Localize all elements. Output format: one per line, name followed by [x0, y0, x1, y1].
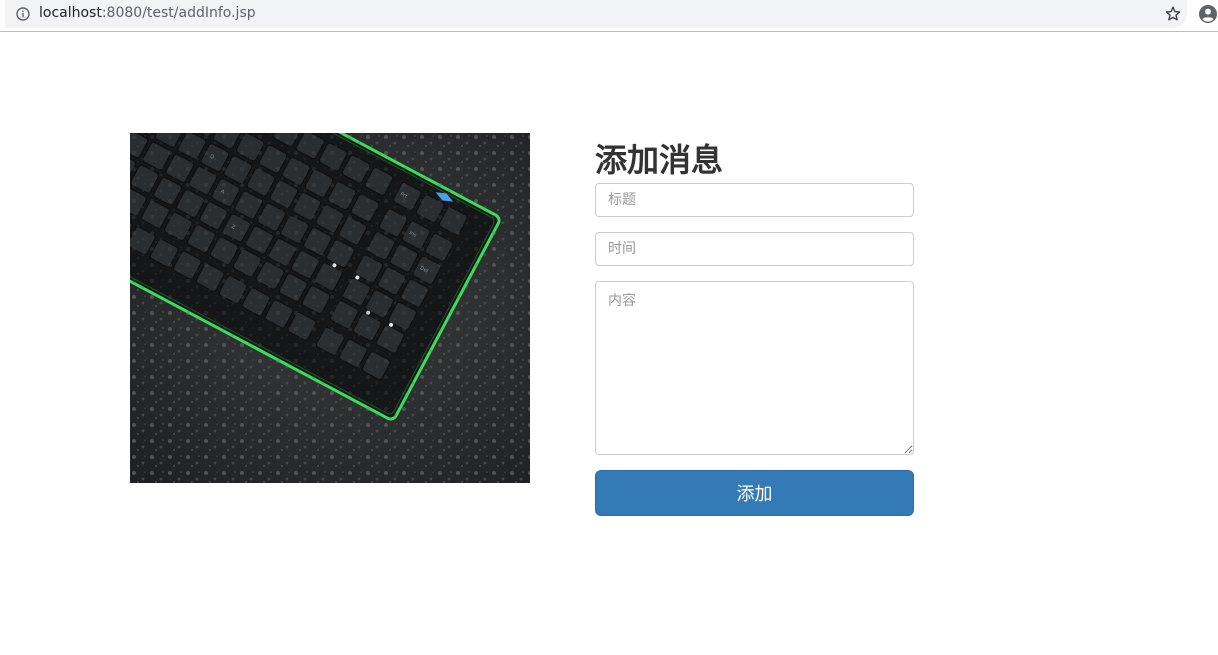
url-path: :8080/test/addInfo.jsp	[101, 5, 256, 21]
url-text[interactable]: localhost:8080/test/addInfo.jsp	[39, 5, 256, 21]
page-title: 添加消息	[595, 141, 724, 179]
browser-address-bar: localhost:8080/test/addInfo.jsp	[0, 0, 1218, 32]
url-host: localhost	[39, 5, 102, 21]
star-icon[interactable]	[1163, 4, 1183, 24]
keyboard-photo: Esc~1 QAZ PrtInsDel	[130, 133, 530, 483]
omnibox[interactable]: localhost:8080/test/addInfo.jsp	[5, 0, 1187, 28]
time-input[interactable]	[595, 232, 914, 266]
info-icon[interactable]	[16, 7, 30, 21]
keyboard-illustration: Esc~1 QAZ PrtInsDel	[130, 133, 530, 483]
title-input[interactable]	[595, 183, 914, 217]
add-button[interactable]: 添加	[595, 470, 914, 516]
account-icon[interactable]	[1198, 4, 1218, 24]
content-textarea[interactable]	[595, 281, 914, 455]
